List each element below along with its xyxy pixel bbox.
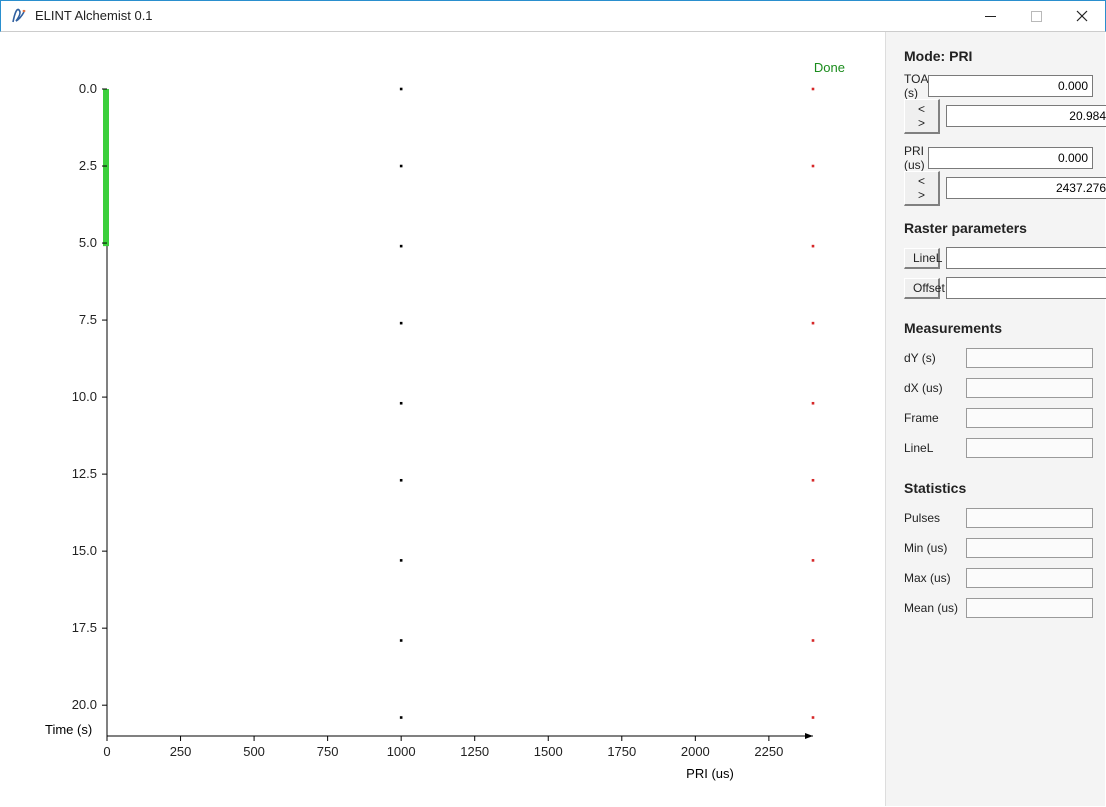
svg-text:7.5: 7.5	[79, 312, 97, 327]
minimize-button[interactable]	[967, 1, 1013, 31]
svg-text:2250: 2250	[754, 744, 783, 759]
stats-title: Statistics	[904, 480, 1093, 496]
svg-text:20.0: 20.0	[72, 697, 97, 712]
linel-value	[966, 438, 1093, 458]
plot-area[interactable]: Done 0.02.55.07.510.012.515.017.520.0025…	[1, 32, 885, 806]
pri-label: PRI (us)	[904, 144, 928, 172]
max-label: Max (us)	[904, 571, 966, 585]
dx-value	[966, 378, 1093, 398]
frame-value	[966, 408, 1093, 428]
maximize-button[interactable]	[1013, 1, 1059, 31]
svg-text:15.0: 15.0	[72, 543, 97, 558]
svg-text:17.5: 17.5	[72, 620, 97, 635]
app-icon	[9, 5, 29, 25]
raster-title: Raster parameters	[904, 220, 1093, 236]
linel-label: LineL	[904, 441, 966, 455]
svg-text:10.0: 10.0	[72, 389, 97, 404]
svg-text:750: 750	[317, 744, 339, 759]
close-button[interactable]	[1059, 1, 1105, 31]
mean-label: Mean (us)	[904, 601, 966, 615]
toa-nav-button[interactable]: < >	[904, 99, 940, 134]
pri-nav-button[interactable]: < >	[904, 171, 940, 206]
svg-text:0: 0	[103, 744, 110, 759]
mean-value	[966, 598, 1093, 618]
svg-text:2.5: 2.5	[79, 158, 97, 173]
linel-button[interactable]: LineL	[904, 248, 940, 269]
frame-label: Frame	[904, 411, 966, 425]
svg-text:Time (s): Time (s)	[45, 722, 92, 737]
pri-end-input[interactable]	[946, 177, 1106, 199]
dx-label: dX (us)	[904, 381, 966, 395]
max-value	[966, 568, 1093, 588]
toa-end-input[interactable]	[946, 105, 1106, 127]
svg-text:1500: 1500	[534, 744, 563, 759]
svg-text:12.5: 12.5	[72, 466, 97, 481]
dy-value	[966, 348, 1093, 368]
linel-input[interactable]	[946, 247, 1106, 269]
svg-text:0.0: 0.0	[79, 81, 97, 96]
svg-text:1000: 1000	[387, 744, 416, 759]
toa-label: TOA (s)	[904, 72, 928, 100]
svg-text:500: 500	[243, 744, 265, 759]
mode-title: Mode: PRI	[904, 48, 1093, 64]
toa-start-input[interactable]	[928, 75, 1093, 97]
svg-text:5.0: 5.0	[79, 235, 97, 250]
offset-button[interactable]: Offset	[904, 278, 940, 299]
min-label: Min (us)	[904, 541, 966, 555]
svg-text:250: 250	[170, 744, 192, 759]
chart-canvas: 0.0 2.5 5.0 7.5 10.0 12.5 15.0 17.5 20.0 0 250 500 7…	[1, 32, 885, 806]
pulses-label: Pulses	[904, 511, 966, 525]
meas-title: Measurements	[904, 320, 1093, 336]
offset-input[interactable]	[946, 277, 1106, 299]
side-panel: Mode: PRI TOA (s) < > PRI (us) < > Raste…	[885, 32, 1105, 806]
svg-text:PRI (us): PRI (us)	[686, 766, 734, 781]
pri-start-input[interactable]	[928, 147, 1093, 169]
svg-text:1750: 1750	[607, 744, 636, 759]
min-value	[966, 538, 1093, 558]
pulses-value	[966, 508, 1093, 528]
titlebar: ELINT Alchemist 0.1	[0, 0, 1106, 32]
dy-label: dY (s)	[904, 351, 966, 365]
svg-text:2000: 2000	[681, 744, 710, 759]
svg-text:1250: 1250	[460, 744, 489, 759]
window-title: ELINT Alchemist 0.1	[35, 8, 153, 23]
